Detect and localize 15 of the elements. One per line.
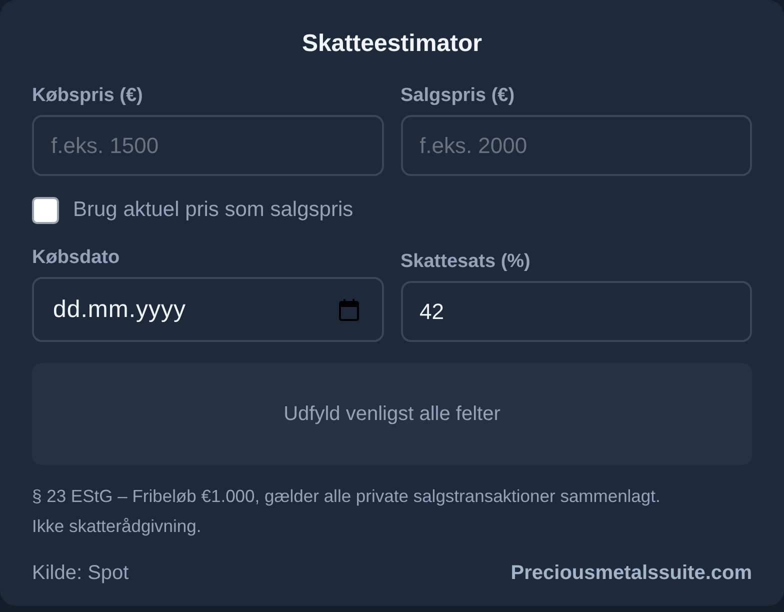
number-input[interactable]: f.eks. 2000	[400, 115, 752, 176]
source-text: Kilde: Spot	[32, 561, 129, 586]
field-label: Salgspris (€)	[400, 84, 515, 108]
disclaimer-text: § 23 EStG – Fribeløb €1.000, gælder alle private salgstransaktioner sammenlagt. Ikke skatterådgivning.	[32, 485, 662, 538]
field-label: Købspris (€)	[32, 84, 143, 108]
result-message: Udfyld venligst alle felter	[284, 402, 500, 426]
number-input[interactable]: 42	[400, 281, 752, 342]
field-label: Skattesats (%)	[400, 250, 530, 274]
checkbox-label[interactable]: Brug aktuel pris som salgspris	[73, 198, 354, 222]
site-link[interactable]: Preciousmetalssuite.com	[510, 560, 752, 586]
field-label: Købsdato	[32, 246, 120, 270]
number-input[interactable]: f.eks. 1500	[32, 115, 384, 176]
checkbox[interactable]	[32, 196, 59, 224]
date-field[interactable]: dd.mm.yyyy	[32, 277, 384, 342]
card-title: Skatteestimator	[300, 29, 484, 59]
